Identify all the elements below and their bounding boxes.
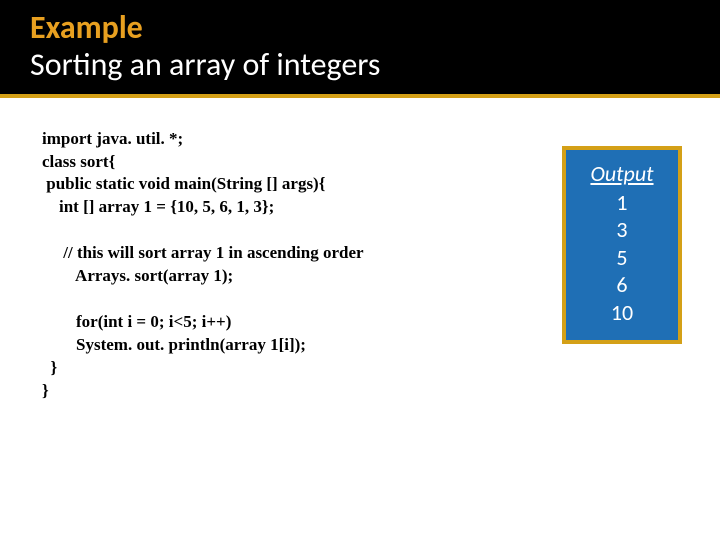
title-line-2: Sorting an array of integers xyxy=(30,47,700,84)
output-value: 3 xyxy=(566,216,678,244)
code-line: } xyxy=(42,358,57,377)
code-line: public static void main(String [] args){ xyxy=(42,174,325,193)
output-heading: Output xyxy=(566,160,678,187)
title-line-1: Example xyxy=(30,10,700,47)
code-line: // this will sort array 1 in ascending o… xyxy=(42,243,364,262)
code-line: Arrays. sort(array 1); xyxy=(42,266,233,285)
code-line: int [] array 1 = {10, 5, 6, 1, 3}; xyxy=(42,197,274,216)
output-box: Output 1 3 5 6 10 xyxy=(562,146,682,345)
content-area: import java. util. *; class sort{ public… xyxy=(0,98,720,403)
code-line: System. out. println(array 1[i]); xyxy=(42,335,306,354)
title-band: Example Sorting an array of integers xyxy=(0,0,720,98)
output-value: 10 xyxy=(566,299,678,327)
code-line: class sort{ xyxy=(42,152,115,171)
output-value: 5 xyxy=(566,244,678,272)
code-line: import java. util. *; xyxy=(42,129,183,148)
output-value: 6 xyxy=(566,271,678,299)
code-line: for(int i = 0; i<5; i++) xyxy=(42,312,231,331)
code-line: } xyxy=(42,381,49,400)
output-value: 1 xyxy=(566,189,678,217)
